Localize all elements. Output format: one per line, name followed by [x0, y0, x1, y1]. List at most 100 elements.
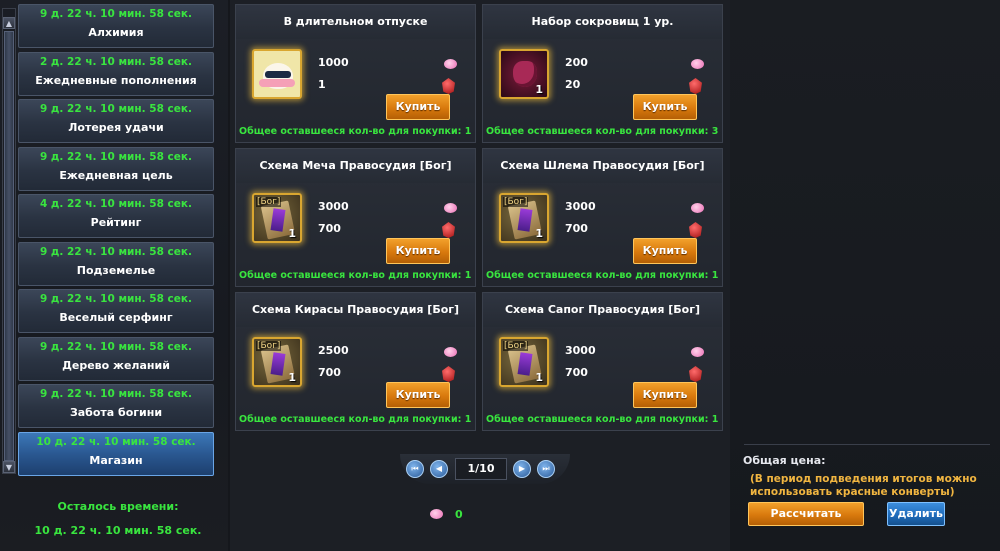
scroll-up-icon[interactable]: ▲ — [3, 17, 15, 29]
item-tier-tag: [Бог] — [503, 197, 529, 207]
scroll-down-icon[interactable]: ▼ — [3, 461, 15, 473]
sidebar-item-label: Дерево желаний — [62, 358, 170, 372]
event-timer: 2 д. 22 ч. 10 мин. 58 сек. — [39, 55, 193, 68]
shop-card: В длительном отпуске 1000 1 Купить Общее… — [235, 4, 476, 143]
ruby-icon — [689, 366, 702, 382]
scroll-icon[interactable]: [Бог] 1 — [252, 193, 302, 243]
sidebar-item-shop[interactable]: 10 д. 22 ч. 10 мин. 58 сек. Магазин — [18, 431, 214, 476]
scroll-icon[interactable]: [Бог] 1 — [252, 337, 302, 387]
price-rubies: 700 — [565, 366, 588, 379]
price-pink-gems: 2500 — [318, 344, 349, 357]
pink-gem-icon — [430, 509, 443, 519]
event-timer: 9 д. 22 ч. 10 мин. 58 сек. — [39, 103, 193, 115]
shop-card: Схема Меча Правосудия [Бог] [Бог] 1 3000… — [235, 148, 476, 287]
event-timer: 9 д. 22 ч. 10 мин. 58 сек. — [39, 340, 193, 353]
calculate-button[interactable]: Рассчитать — [748, 502, 864, 526]
item-quantity: 1 — [535, 83, 543, 96]
price-rubies: 1 — [318, 78, 326, 91]
remaining-quantity: Общее оставшееся кол-во для покупки: 1 — [486, 270, 719, 281]
scroll-icon[interactable]: [Бог] 1 — [499, 193, 549, 243]
buy-button[interactable]: Купить — [633, 94, 697, 120]
remaining-quantity: Общее оставшееся кол-во для покупки: 3 — [486, 126, 719, 137]
event-timer: 10 д. 22 ч. 10 мин. 58 сек. — [36, 435, 196, 448]
divider — [744, 444, 990, 445]
summary-panel: Общая цена: (В период подведения итогов … — [730, 0, 1000, 551]
remaining-time-title: Осталось времени: — [57, 500, 179, 513]
sidebar-item-label: Рейтинг — [90, 216, 142, 229]
buy-button[interactable]: Купить — [633, 238, 697, 264]
treasure-chest-icon[interactable]: 1 — [499, 49, 549, 99]
scrollbar-thumb[interactable] — [4, 31, 14, 461]
sidebar-item-wish-tree[interactable]: 9 д. 22 ч. 10 мин. 58 сек. Дерево желани… — [18, 336, 214, 381]
pink-gem-icon — [691, 59, 704, 69]
shop-card: Набор сокровищ 1 ур. 1 200 20 Купить Общ… — [482, 4, 723, 143]
price-pink-gems: 3000 — [565, 344, 596, 357]
price-rubies: 700 — [565, 222, 588, 235]
sidebar-item-label: Ежедневная цель — [59, 168, 173, 182]
sidebar-item-daily-topups[interactable]: 2 д. 22 ч. 10 мин. 58 сек. Ежедневные по… — [18, 51, 214, 96]
sidebar-item-daily-goal[interactable]: 9 д. 22 ч. 10 мин. 58 сек. Ежедневная це… — [18, 146, 214, 191]
page-counter: 1/10 — [455, 458, 507, 480]
price-rubies: 20 — [565, 78, 581, 91]
next-page-icon[interactable]: ▶ — [513, 460, 531, 478]
price-pink-gems: 200 — [565, 56, 588, 69]
sidebar-item-label: Забота богини — [69, 406, 163, 419]
item-tier-tag: [Бог] — [256, 197, 282, 207]
buy-button[interactable]: Купить — [633, 382, 697, 408]
item-quantity: 1 — [535, 227, 543, 240]
sidebar-item-dungeon[interactable]: 9 д. 22 ч. 10 мин. 58 сек. Подземелье — [18, 241, 214, 286]
price-rubies: 700 — [318, 366, 341, 379]
event-menu: 9 д. 22 ч. 10 мин. 58 сек. Алхимия 2 д. … — [18, 4, 214, 479]
ruby-icon — [689, 222, 702, 238]
event-timer: 9 д. 22 ч. 10 мин. 58 сек. — [39, 388, 193, 400]
event-timer: 9 д. 22 ч. 10 мин. 58 сек. — [39, 245, 193, 258]
sidebar-item-goddess-care[interactable]: 9 д. 22 ч. 10 мин. 58 сек. Забота богини — [18, 384, 214, 428]
price-pink-gems: 3000 — [565, 200, 596, 213]
ruby-icon — [442, 78, 455, 94]
pink-gem-icon — [691, 203, 704, 213]
remaining-quantity: Общее оставшееся кол-во для покупки: 1 — [239, 414, 472, 425]
sidebar-item-label: Алхимия — [88, 26, 144, 39]
ruby-icon — [442, 222, 455, 238]
sidebar-item-alchemy[interactable]: 9 д. 22 ч. 10 мин. 58 сек. Алхимия — [18, 4, 214, 48]
item-title: Схема Кирасы Правосудия [Бог] — [236, 293, 475, 327]
shop-card: Схема Кирасы Правосудия [Бог] [Бог] 1 25… — [235, 292, 476, 431]
sidebar-scrollbar[interactable]: ▲ ▼ — [2, 8, 16, 474]
sidebar-item-rating[interactable]: 4 д. 22 ч. 10 мин. 58 сек. Рейтинг — [18, 194, 214, 238]
ruby-icon — [442, 366, 455, 382]
first-page-icon[interactable]: ⏮ — [406, 460, 424, 478]
shop-card: Схема Шлема Правосудия [Бог] [Бог] 1 300… — [482, 148, 723, 287]
sidebar-item-surfing[interactable]: 9 д. 22 ч. 10 мин. 58 сек. Веселый серфи… — [18, 289, 214, 333]
item-quantity: 1 — [288, 371, 296, 384]
prev-page-icon[interactable]: ◀ — [430, 460, 448, 478]
pink-gem-icon — [444, 203, 457, 213]
last-page-icon[interactable]: ⏭ — [537, 460, 555, 478]
buy-button[interactable]: Купить — [386, 382, 450, 408]
pink-gem-icon — [444, 59, 457, 69]
sidebar-item-label: Веселый серфинг — [59, 311, 173, 324]
price-pink-gems: 1000 — [318, 56, 349, 69]
red-envelope-note: (В период подведения итогов можно исполь… — [750, 473, 977, 498]
sidebar-item-label: Магазин — [89, 453, 143, 467]
remaining-quantity: Общее оставшееся кол-во для покупки: 1 — [486, 414, 719, 425]
pink-gem-icon — [444, 347, 457, 357]
item-title: Схема Шлема Правосудия [Бог] — [483, 149, 722, 183]
price-rubies: 700 — [318, 222, 341, 235]
sidebar-item-label: Лотерея удачи — [68, 121, 164, 134]
remaining-quantity: Общее оставшееся кол-во для покупки: 1 — [239, 126, 472, 137]
price-pink-gems: 3000 — [318, 200, 349, 213]
delete-button[interactable]: Удалить — [887, 502, 945, 526]
event-timer: 4 д. 22 ч. 10 мин. 58 сек. — [39, 198, 193, 210]
cat-sunglasses-icon[interactable] — [252, 49, 302, 99]
remaining-quantity: Общее оставшееся кол-во для покупки: 1 — [239, 270, 472, 281]
shop-panel: В длительном отпуске 1000 1 Купить Общее… — [230, 0, 730, 551]
pink-gem-icon — [691, 347, 704, 357]
buy-button[interactable]: Купить — [386, 94, 450, 120]
buy-button[interactable]: Купить — [386, 238, 450, 264]
scroll-icon[interactable]: [Бог] 1 — [499, 337, 549, 387]
event-timer: 9 д. 22 ч. 10 мин. 58 сек. — [39, 293, 193, 305]
sidebar-item-lottery[interactable]: 9 д. 22 ч. 10 мин. 58 сек. Лотерея удачи — [18, 99, 214, 143]
item-title: В длительном отпуске — [236, 5, 475, 39]
remaining-time-value: 10 д. 22 ч. 10 мин. 58 сек. — [34, 524, 202, 537]
item-title: Набор сокровищ 1 ур. — [483, 5, 722, 39]
